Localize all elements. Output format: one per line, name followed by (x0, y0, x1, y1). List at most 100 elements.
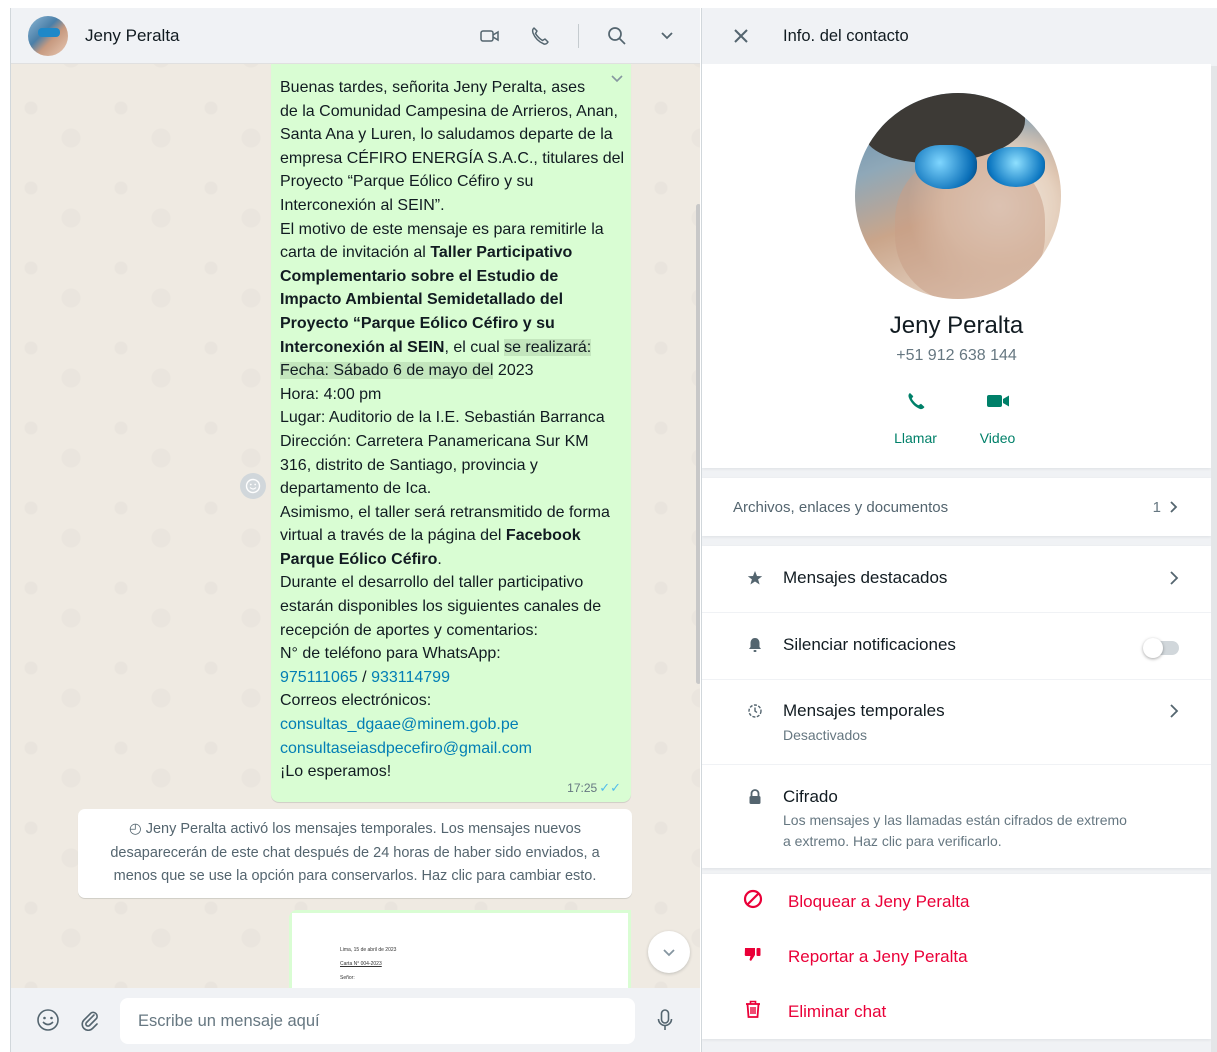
message-bold-text: Complementario sobre el Estudio de (280, 267, 559, 285)
message-time: 17:25 (567, 780, 598, 795)
outgoing-message-bubble[interactable]: Buenas tardes, señorita Jeny Peralta, as… (271, 64, 631, 802)
starred-label: Mensajes destacados (783, 568, 948, 587)
video-button[interactable]: Video (957, 386, 1039, 446)
settings-card: Mensajes destacados Silenciar notificaci… (702, 546, 1211, 868)
message-line: Correos electrónicos: (280, 692, 432, 710)
row-text: Cifrado Los mensajes y las llamadas está… (783, 787, 1179, 852)
message-menu-chevron-icon[interactable] (611, 70, 623, 88)
phone-link[interactable]: 933114799 (371, 669, 450, 686)
document-text: Carta N° 004-2023 (340, 961, 382, 967)
disappearing-messages-notice[interactable]: ◴ Jeny Peralta activó los mensajes tempo… (78, 809, 632, 898)
message-text: virtual a través de la página del (280, 527, 506, 545)
disappearing-label: Mensajes temporales (783, 701, 945, 720)
message-line: virtual a través de la página del Facebo… (280, 524, 621, 548)
message-line: El motivo de este mensaje es para remiti… (280, 220, 604, 238)
message-line: Asimismo, el taller será retransmitido d… (280, 503, 610, 521)
scroll-to-bottom-button[interactable] (648, 931, 690, 973)
profile-card: Jeny Peralta +51 912 638 144 Llamar Vide… (702, 64, 1211, 468)
header-divider (578, 23, 579, 48)
message-input[interactable]: Escribe un mensaje aquí (120, 998, 635, 1044)
chevron-down-icon[interactable] (655, 24, 679, 48)
files-count-value: 1 (1152, 498, 1161, 516)
profile-photo-sunglasses (915, 145, 1055, 193)
profile-photo-lens (915, 145, 977, 189)
message-bold-text: Interconexión al SEIN (280, 338, 445, 356)
encryption-row[interactable]: Cifrado Los mensajes y las llamadas está… (702, 765, 1211, 868)
message-line: consultas_dgaae@minem.gob.pe (280, 713, 621, 737)
delete-chat-row[interactable]: Eliminar chat (702, 984, 1211, 1039)
info-scrollbar[interactable] (1211, 66, 1217, 1052)
emoji-reaction-icon[interactable] (240, 473, 266, 499)
row-text: Silenciar notificaciones (783, 635, 1145, 655)
contact-info-content[interactable]: Jeny Peralta +51 912 638 144 Llamar Vide… (702, 64, 1211, 1052)
message-line: de la Comunidad Campesina de Arrieros, A… (280, 102, 618, 120)
call-button[interactable]: Llamar (875, 386, 957, 446)
chevron-right-icon (1169, 570, 1179, 591)
trash-icon (743, 999, 763, 1024)
message-line: departamento de Ica. (280, 480, 432, 498)
notice-line: ◴ Jeny Peralta activó los mensajes tempo… (90, 818, 620, 842)
message-line: Fecha: Sábado 6 de mayo del 2023 (280, 359, 621, 383)
message-line: Lugar: Auditorio de la I.E. Sebastián Ba… (280, 409, 605, 427)
files-count: 1 (1153, 499, 1179, 516)
emoji-icon[interactable] (35, 1007, 61, 1033)
message-composer: Escribe un mensaje aquí (11, 988, 700, 1052)
message-line: Dirección: Carretera Panamericana Sur KM (280, 432, 589, 450)
phone-link[interactable]: 975111065 (280, 669, 358, 686)
encryption-text: Los mensajes y las llamadas están cifrad… (783, 812, 1127, 828)
close-icon[interactable] (729, 24, 753, 48)
chat-header[interactable]: Jeny Peralta (11, 8, 700, 64)
message-text: . (437, 550, 442, 568)
block-label: Bloquear a Jeny Peralta (788, 891, 970, 911)
chat-pane: Jeny Peralta Buenas tardes, señorita Jen… (10, 8, 700, 1052)
block-contact-row[interactable]: Bloquear a Jeny Peralta (702, 874, 1211, 929)
toggle-switch[interactable] (1143, 638, 1179, 658)
attach-clip-icon[interactable] (77, 1007, 103, 1033)
delete-chat-label: Eliminar chat (788, 1001, 887, 1021)
message-highlighted-text: Fecha: Sábado 6 de mayo del (280, 362, 494, 380)
message-line: empresa CÉFIRO ENERGÍA S.A.C., titulares… (280, 149, 625, 167)
disappearing-messages-row[interactable]: Mensajes temporales Desactivados (702, 680, 1211, 764)
message-line: Parque Eólico Céfiro. (280, 548, 621, 572)
contact-info-title: Info. del contacto (783, 26, 909, 45)
message-text: , el cual (444, 338, 505, 356)
document-message[interactable]: Lima, 15 de abril de 2023 Carta N° 004-2… (289, 910, 631, 988)
video-camera-icon (957, 386, 1039, 416)
message-line: N° de teléfono para WhatsApp: (280, 645, 501, 663)
video-call-icon[interactable] (478, 24, 502, 48)
contact-avatar[interactable] (28, 15, 68, 56)
phone-icon (875, 386, 957, 416)
search-icon[interactable] (605, 24, 629, 48)
message-line: consultaseiasdpecefiro@gmail.com (280, 737, 621, 761)
email-link[interactable]: consultaseiasdpecefiro@gmail.com (280, 740, 532, 757)
profile-photo[interactable] (855, 93, 1061, 299)
report-contact-row[interactable]: Reportar a Jeny Peralta (702, 929, 1211, 984)
message-bold-text: Parque Eólico Céfiro (280, 550, 438, 568)
mute-toggle[interactable] (1143, 637, 1179, 658)
encryption-text: a extremo. Haz clic para verificarlo. (783, 833, 1002, 849)
call-label: Llamar (894, 430, 937, 446)
email-link[interactable]: consultas_dgaae@minem.gob.pe (280, 716, 519, 733)
document-text: Lima, 15 de abril de 2023 (340, 947, 397, 953)
starred-messages-row[interactable]: Mensajes destacados (702, 546, 1211, 612)
voice-call-icon[interactable] (528, 24, 552, 48)
contact-actions: Llamar Video (702, 386, 1211, 446)
message-bold-text: Impacto Ambiental Semidetallado del (280, 291, 564, 309)
chat-contact-name[interactable]: Jeny Peralta (85, 26, 180, 46)
encryption-description: Los mensajes y las llamadas están cifrad… (783, 810, 1179, 852)
lock-icon (746, 789, 764, 805)
message-list[interactable]: Buenas tardes, señorita Jeny Peralta, as… (11, 64, 700, 988)
star-icon (746, 570, 764, 586)
message-text: / (357, 668, 372, 686)
message-line: Buenas tardes, señorita Jeny Peralta, as… (280, 79, 586, 96)
message-line: Hora: 4:00 pm (280, 385, 382, 403)
message-line: 316, distrito de Santiago, provincia y (280, 456, 538, 474)
row-text: Mensajes temporales Desactivados (783, 701, 1169, 746)
notice-line: menos que se use la opción para conserva… (113, 868, 597, 884)
files-links-docs-row[interactable]: Archivos, enlaces y documentos 1 (702, 478, 1211, 536)
mute-notifications-row[interactable]: Silenciar notificaciones (702, 613, 1211, 679)
microphone-icon[interactable] (652, 1007, 678, 1033)
chat-scrollbar[interactable] (696, 204, 700, 684)
message-line: Santa Ana y Luren, lo saludamos departe … (280, 126, 613, 144)
message-line: recepción de aportes y comentarios: (280, 621, 538, 639)
